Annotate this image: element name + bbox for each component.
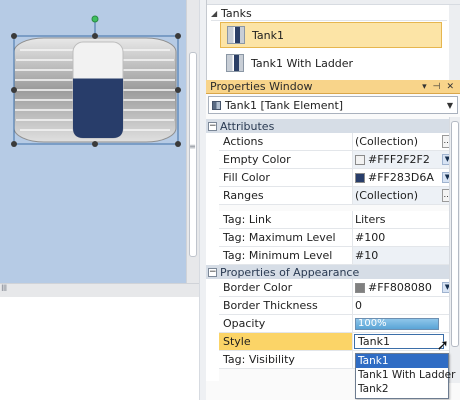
property-row-tag-minimum-level[interactable]: Tag: Minimum Level #10 — [219, 247, 455, 265]
style-option-tank1[interactable]: Tank1 — [356, 354, 448, 368]
properties-window-title: Properties Window — [210, 80, 313, 93]
property-name: Empty Color — [219, 151, 353, 168]
window-menu-arrow-icon[interactable]: ▾ — [422, 82, 427, 92]
color-swatch — [355, 154, 365, 165]
collapse-minus-icon[interactable]: − — [208, 121, 217, 131]
property-name: Border Color — [219, 279, 353, 296]
property-row-border-color[interactable]: Border Color #FF808080 ▼ — [219, 279, 455, 297]
property-value: (Collection) — [355, 135, 418, 148]
property-name: Ranges — [219, 187, 353, 204]
object-selector-value: Tank1 [Tank Element] — [225, 98, 344, 112]
property-name: Actions — [219, 133, 353, 150]
canvas-vertical-scrollbar[interactable]: ≡ — [186, 0, 199, 283]
pin-icon[interactable]: ⊣ — [433, 82, 441, 92]
category-properties-of-appearance[interactable]: − Properties of Appearance — [206, 265, 460, 279]
chevron-down-icon[interactable]: ▼ — [443, 101, 457, 110]
style-dropdown-list: Tank1 Tank1 With Ladder Tank2 — [355, 353, 455, 399]
property-row-actions[interactable]: Actions (Collection)… — [219, 133, 455, 151]
category-label: Properties of Appearance — [220, 265, 360, 279]
style-combo[interactable]: Tank1 — [354, 334, 444, 349]
property-row-empty-color[interactable]: Empty Color #FFF2F2F2 ▼ — [219, 151, 455, 169]
property-grid-scrollbar[interactable] — [449, 117, 460, 383]
property-name: Tag: Maximum Level — [219, 229, 353, 246]
property-grid-gutter — [206, 131, 219, 381]
property-name: Tag: Minimum Level — [219, 247, 353, 264]
style-option-tank1-with-ladder[interactable]: Tank1 With Ladder — [356, 368, 455, 382]
property-name: Style — [219, 333, 353, 350]
property-name: Fill Color — [219, 169, 353, 186]
property-name: Border Thickness — [219, 297, 353, 314]
properties-window-titlebar: Properties Window ▾ ⊣ ✕ — [206, 80, 460, 94]
canvas-lower-area — [0, 297, 199, 400]
collapse-minus-icon[interactable]: − — [208, 267, 217, 277]
category-label: Attributes — [220, 119, 275, 133]
right-panels: ◢ Tanks Tank1 Tank1 With Ladder Properti… — [206, 0, 460, 400]
property-grid-scroll-thumb[interactable] — [451, 121, 459, 347]
tanks-group-label: Tanks — [221, 6, 252, 20]
tank-fill-level — [73, 78, 123, 138]
scroll-grip-icon: Ⅲ — [1, 284, 8, 294]
property-name: Opacity — [219, 315, 353, 332]
library-scrollbar[interactable] — [449, 5, 460, 80]
property-value: 0 — [355, 299, 362, 312]
property-row-opacity[interactable]: Opacity 100% — [219, 315, 455, 333]
library-top-edge — [207, 0, 460, 5]
library-item-label: Tank1 With Ladder — [251, 56, 354, 70]
tanks-group-header[interactable]: ◢ Tanks — [211, 6, 447, 21]
library-item-tank1[interactable]: Tank1 — [220, 22, 442, 48]
property-name: Tag: Visibility — [219, 351, 353, 368]
color-swatch — [355, 172, 365, 183]
rotation-handle[interactable] — [91, 15, 99, 23]
property-row-tag-link[interactable]: Tag: Link Liters — [219, 211, 455, 229]
canvas-scroll-thumb[interactable] — [189, 52, 197, 257]
canvas-horizontal-scrollbar[interactable]: Ⅲ — [0, 283, 199, 297]
property-value: #10 — [355, 249, 379, 262]
library-item-tank1-with-ladder[interactable]: Tank1 With Ladder — [220, 50, 442, 76]
property-value: Liters — [355, 213, 386, 226]
property-name: Tag: Link — [219, 211, 353, 228]
property-row-fill-color[interactable]: Fill Color #FF283D6A ▼ — [219, 169, 455, 187]
tank-thumbnail-icon — [227, 26, 245, 44]
collapse-triangle-icon[interactable]: ◢ — [211, 9, 221, 18]
property-value: #FFF2F2F2 — [368, 153, 430, 166]
property-value: #FF808080 — [368, 281, 432, 294]
property-value: #FF283D6A — [368, 171, 434, 184]
design-canvas[interactable] — [0, 0, 186, 283]
property-row-ranges[interactable]: Ranges (Collection)… — [219, 187, 455, 205]
element-icon — [212, 100, 221, 110]
tank-element[interactable] — [13, 37, 177, 143]
opacity-bar[interactable]: 100% — [355, 317, 439, 330]
property-row-tag-maximum-level[interactable]: Tag: Maximum Level #100 — [219, 229, 455, 247]
library-item-label: Tank1 — [252, 28, 284, 42]
category-attributes[interactable]: − Attributes — [206, 119, 460, 133]
scroll-grip-icon: ≡ — [189, 142, 196, 151]
color-swatch — [355, 282, 365, 293]
property-row-border-thickness[interactable]: Border Thickness 0 — [219, 297, 455, 315]
panel-splitter[interactable] — [199, 0, 206, 400]
property-value: (Collection) — [355, 189, 418, 202]
style-option-tank2[interactable]: Tank2 — [356, 382, 448, 396]
tank-ladder-thumbnail-icon — [226, 54, 244, 72]
property-row-style[interactable]: Style Tank1 ➚ — [219, 333, 455, 354]
canvas-drawing — [11, 15, 181, 147]
close-icon[interactable]: ✕ — [446, 82, 454, 92]
object-selector-combo[interactable]: Tank1 [Tank Element] ▼ — [208, 96, 458, 114]
tanks-library-panel: ◢ Tanks Tank1 Tank1 With Ladder — [206, 0, 460, 80]
property-value: #100 — [355, 231, 386, 244]
